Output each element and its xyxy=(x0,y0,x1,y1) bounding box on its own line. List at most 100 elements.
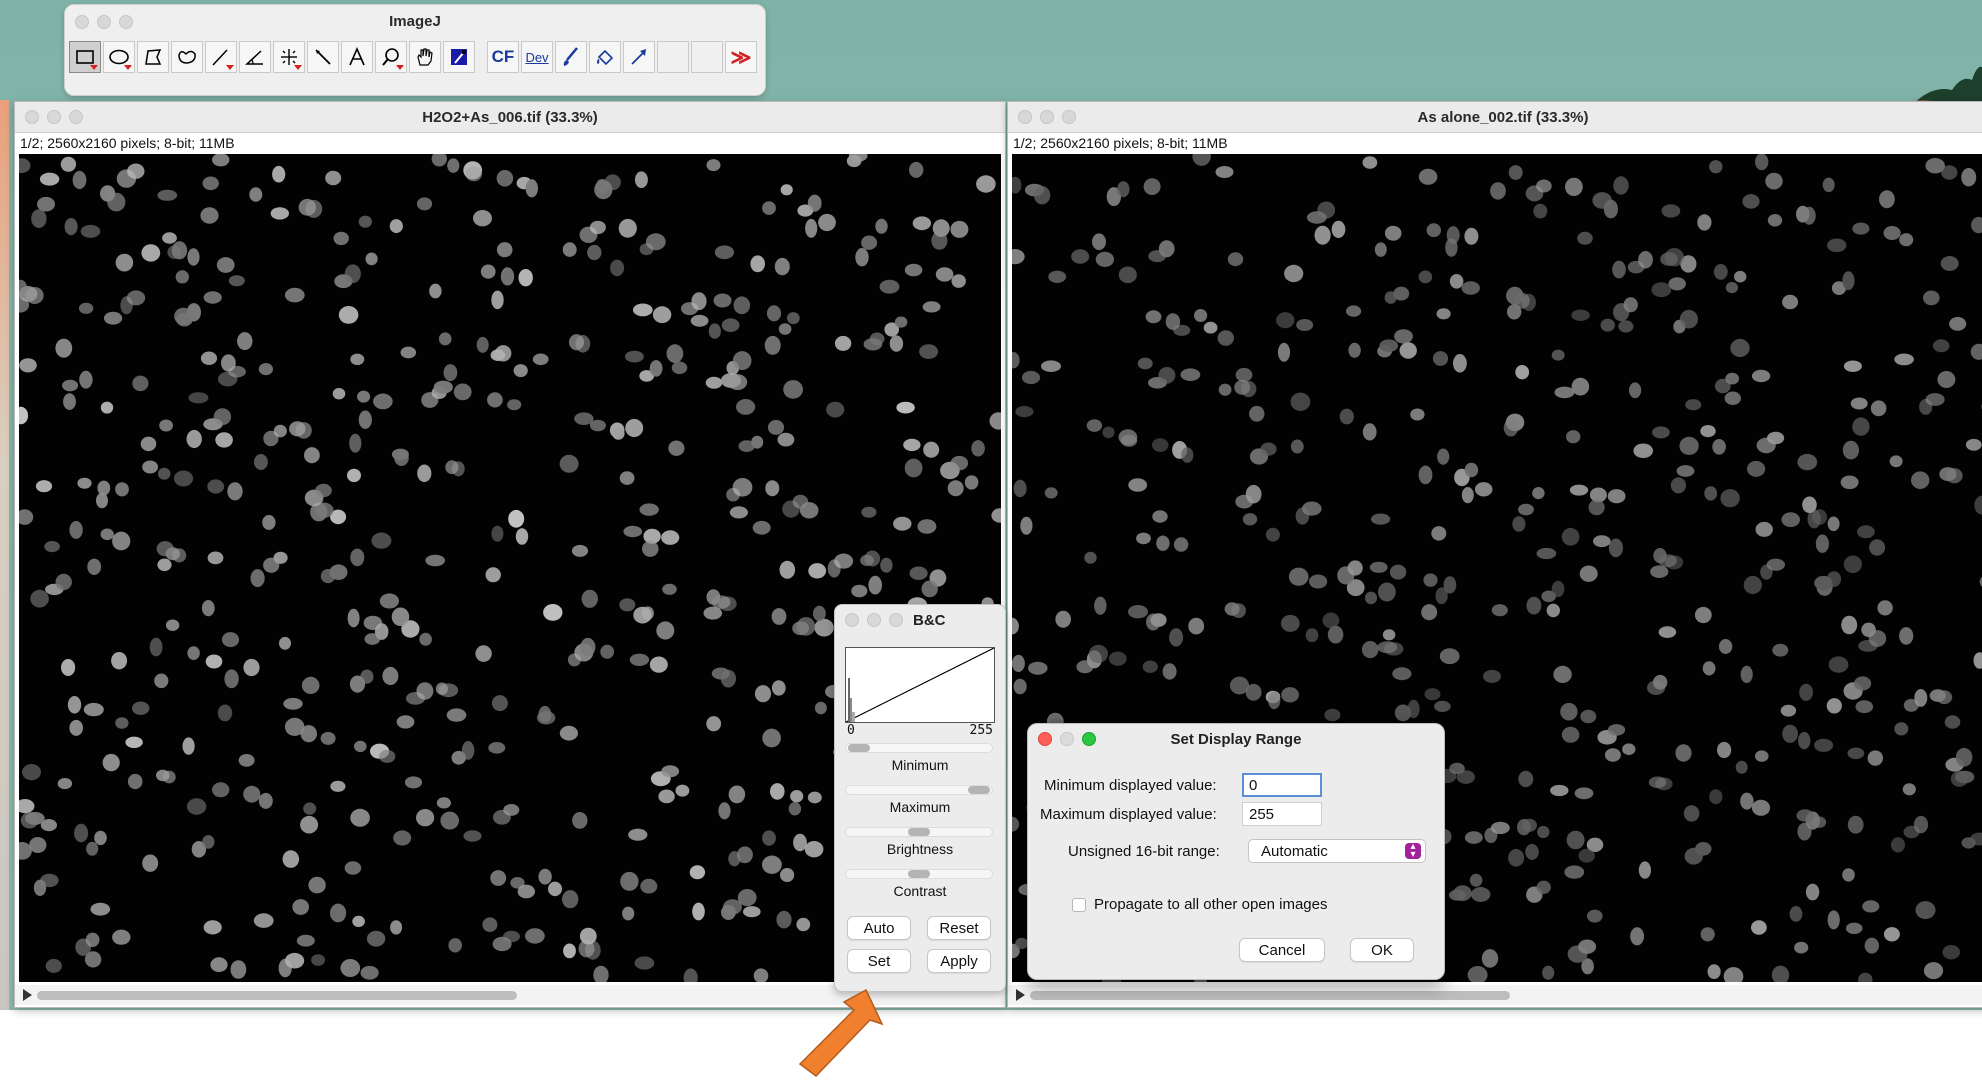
brush-tool-icon[interactable] xyxy=(555,41,587,73)
nucleus xyxy=(1361,641,1379,659)
nucleus xyxy=(1704,486,1718,501)
brightness-slider[interactable] xyxy=(845,827,993,837)
arrow-tool-icon[interactable] xyxy=(623,41,655,73)
maximum-slider-knob[interactable] xyxy=(968,786,990,794)
nucleus xyxy=(826,401,845,418)
magnifier-tool-icon[interactable] xyxy=(375,41,407,73)
image-window-left-titlebar[interactable]: H2O2+As_006.tif (33.3%) xyxy=(15,102,1005,133)
nucleus xyxy=(736,399,756,415)
cf-plugin-button[interactable]: CF xyxy=(487,41,519,73)
nucleus xyxy=(1296,319,1314,331)
nucleus xyxy=(629,653,650,666)
empty-tool-slot[interactable] xyxy=(657,41,689,73)
brightness-slider-knob[interactable] xyxy=(908,828,930,836)
nucleus xyxy=(1399,342,1417,359)
more-tools-button[interactable]: ≫ xyxy=(725,41,757,73)
nucleus xyxy=(127,163,145,179)
set-button[interactable]: Set xyxy=(847,949,911,973)
reset-button[interactable]: Reset xyxy=(927,916,991,940)
nucleus xyxy=(1180,368,1201,381)
wand-tool-icon[interactable] xyxy=(307,41,339,73)
nucleus xyxy=(273,551,288,564)
nucleus xyxy=(1389,564,1407,580)
angle-tool-icon[interactable] xyxy=(239,41,271,73)
nucleus xyxy=(447,158,460,173)
nucleus xyxy=(213,408,232,426)
flood-fill-tool-icon[interactable] xyxy=(589,41,621,73)
hand-tool-icon[interactable] xyxy=(409,41,441,73)
polygon-tool-icon[interactable] xyxy=(137,41,169,73)
nucleus xyxy=(1566,830,1585,850)
line-tool-icon[interactable] xyxy=(205,41,237,73)
nucleus xyxy=(1369,561,1388,573)
nucleus xyxy=(738,440,755,452)
maximum-slider[interactable] xyxy=(845,785,993,795)
nucleus xyxy=(634,171,648,188)
image-window-right-titlebar[interactable]: As alone_002.tif (33.3%) xyxy=(1008,102,1982,133)
nucleus xyxy=(344,264,361,284)
nucleus xyxy=(1464,462,1479,478)
freehand-tool-icon[interactable] xyxy=(171,41,203,73)
cancel-button[interactable]: Cancel xyxy=(1239,938,1325,962)
nucleus xyxy=(142,854,159,872)
nucleus xyxy=(1577,231,1593,245)
nucleus xyxy=(391,607,410,627)
nucleus xyxy=(292,899,310,915)
contrast-slider-knob[interactable] xyxy=(908,870,930,878)
nucleus xyxy=(1327,625,1344,644)
nucleus xyxy=(1827,516,1840,532)
nucleus xyxy=(445,460,459,475)
apply-button[interactable]: Apply xyxy=(927,949,991,973)
minimum-slider-knob[interactable] xyxy=(848,744,870,752)
nucleus xyxy=(1394,329,1413,344)
nucleus xyxy=(770,783,785,800)
nucleus xyxy=(496,242,513,258)
dropper-tool-icon[interactable] xyxy=(443,41,475,73)
nucleus xyxy=(77,477,92,489)
play-stack-icon[interactable] xyxy=(1016,989,1025,1001)
propagate-checkbox[interactable] xyxy=(1072,898,1086,912)
image-scrollbar-right[interactable] xyxy=(1008,985,1982,1005)
play-stack-icon[interactable] xyxy=(23,989,32,1001)
nucleus xyxy=(1348,342,1361,358)
nucleus xyxy=(1302,501,1322,516)
rectangle-tool-icon[interactable] xyxy=(69,41,101,73)
nucleus xyxy=(350,808,370,827)
nucleus xyxy=(1518,770,1534,788)
nucleus xyxy=(1322,612,1340,629)
nucleus xyxy=(416,197,433,211)
bc-window-controls[interactable] xyxy=(845,613,903,627)
nucleus xyxy=(344,861,362,875)
nucleus xyxy=(1317,201,1336,219)
nucleus xyxy=(446,708,467,722)
nucleus xyxy=(186,429,202,449)
nucleus xyxy=(771,680,786,696)
empty-tool-slot[interactable] xyxy=(691,41,723,73)
minimum-slider[interactable] xyxy=(845,743,993,753)
range-select[interactable]: Automatic ▴ ▾ xyxy=(1248,839,1426,863)
auto-button[interactable]: Auto xyxy=(847,916,911,940)
scrollbar-thumb[interactable] xyxy=(37,991,517,1000)
nucleus xyxy=(212,154,230,167)
nucleus xyxy=(1521,818,1537,832)
histogram xyxy=(845,647,995,723)
nucleus xyxy=(1374,242,1387,257)
nucleus xyxy=(790,790,804,803)
nucleus xyxy=(1899,627,1914,645)
min-value-field[interactable]: 0 xyxy=(1242,773,1322,797)
nucleus xyxy=(371,532,392,549)
dev-plugin-button[interactable]: Dev xyxy=(521,41,553,73)
ok-button[interactable]: OK xyxy=(1350,938,1414,962)
text-tool-icon[interactable] xyxy=(341,41,373,73)
nucleus xyxy=(436,797,451,809)
bc-title: B&C xyxy=(913,612,946,629)
oval-tool-icon[interactable] xyxy=(103,41,135,73)
scrollbar-thumb[interactable] xyxy=(1030,991,1510,1000)
point-tool-icon[interactable] xyxy=(273,41,305,73)
max-value-field[interactable]: 255 xyxy=(1242,802,1322,826)
nucleus xyxy=(360,669,374,684)
contrast-slider[interactable] xyxy=(845,869,993,879)
nucleus xyxy=(1218,383,1232,396)
nucleus xyxy=(1012,249,1025,265)
nucleus xyxy=(1961,837,1976,849)
